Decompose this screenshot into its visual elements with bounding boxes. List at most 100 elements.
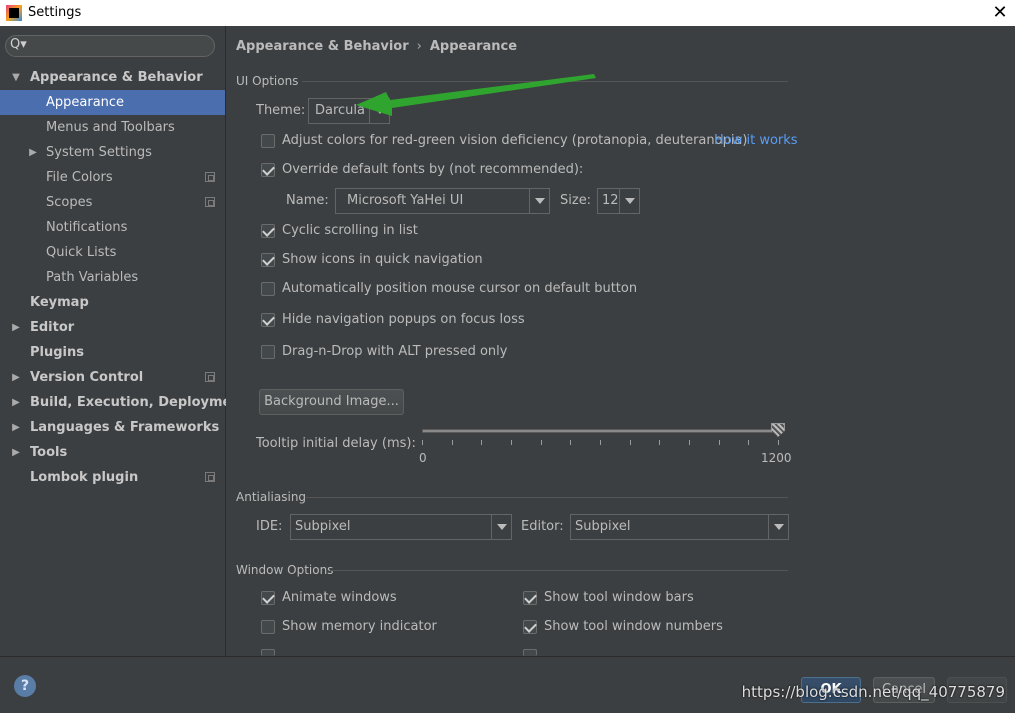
font-name-label: Name: [286,193,329,208]
tooltip-max-label: 1200 [761,451,792,465]
sidebar-item-menus-toolbars[interactable]: Menus and Toolbars [0,115,225,140]
close-icon[interactable]: ✕ [985,0,1015,26]
tool-window-numbers-label: Show tool window numbers [544,619,723,634]
settings-content: Appearance & Behavior › Appearance UI Opti… [226,26,1015,656]
slider-tick [422,440,423,445]
auto-position-checkbox[interactable] [261,282,275,296]
sidebar-item-build-execution[interactable]: ▶ Build, Execution, Deployment [0,390,247,415]
adjust-colors-checkbox[interactable] [261,134,275,148]
chevron-down-icon[interactable] [491,515,511,539]
sidebar-item-system-settings[interactable]: ▶ System Settings [0,140,225,165]
tool-window-bars-label: Show tool window bars [544,590,694,605]
sidebar-item-scopes[interactable]: Scopes [0,190,225,215]
slider-tick [570,440,572,445]
slider-tick [451,440,453,445]
sidebar-item-appearance-behavior[interactable]: ▼ Appearance & Behavior [0,65,225,90]
sidebar-item-notifications[interactable]: Notifications [0,215,225,240]
sidebar-item-editor[interactable]: ▶ Editor [0,315,225,340]
tool-window-numbers-checkbox[interactable] [523,620,537,634]
slider-tick [540,440,542,445]
animate-windows-checkbox[interactable] [261,591,275,605]
search-icon: Q▾ [10,37,27,52]
slider-tick [659,440,661,445]
cyclic-scrolling-label: Cyclic scrolling in list [282,223,418,238]
window-title: Settings [28,5,82,20]
animate-windows-label: Animate windows [282,590,397,605]
sidebar-item-languages-frameworks[interactable]: ▶ Languages & Frameworks [0,415,225,440]
chevron-down-icon[interactable] [768,515,788,539]
tooltip-delay-slider[interactable] [422,429,778,433]
override-fonts-checkbox[interactable] [261,163,275,177]
annotation-arrow-icon [356,74,596,116]
slider-tick [778,440,779,445]
override-fonts-label: Override default fonts by (not recommend… [282,162,584,177]
slider-tick [748,440,750,445]
show-icons-checkbox[interactable] [261,253,275,267]
sidebar-item-lombok-plugin[interactable]: Lombok plugin [0,465,225,490]
sidebar-item-file-colors[interactable]: File Colors [0,165,225,190]
section-divider [306,497,788,498]
cyclic-scrolling-checkbox[interactable] [261,224,275,238]
how-it-works-link[interactable]: How it works [714,133,798,148]
drag-drop-checkbox[interactable] [261,345,275,359]
slider-tick [629,440,631,445]
sidebar-item-plugins[interactable]: Plugins [0,340,225,365]
sidebar-item-appearance[interactable]: Appearance [0,90,225,115]
ide-antialias-combobox[interactable]: Subpixel [290,514,512,540]
chevron-down-icon[interactable] [529,189,549,213]
editor-antialias-combobox[interactable]: Subpixel [570,514,789,540]
breadcrumb: Appearance & Behavior › Appearance [236,39,517,54]
sidebar-item-keymap[interactable]: Keymap [0,290,225,315]
collapsed-arrow-icon[interactable]: ▶ [10,415,22,440]
auto-position-label: Automatically position mouse cursor on d… [282,281,638,296]
slider-tick [718,440,720,445]
show-icons-label: Show icons in quick navigation [282,252,483,267]
chevron-down-icon[interactable] [619,189,639,213]
collapsed-arrow-icon[interactable]: ▶ [10,390,22,415]
adjust-colors-label: Adjust colors for red-green vision defic… [282,133,748,148]
project-scope-icon [205,472,215,482]
search-input[interactable]: Q▾ [5,35,215,57]
project-scope-icon [205,172,215,182]
help-icon[interactable]: ? [14,675,36,697]
sidebar-item-tools[interactable]: ▶ Tools [0,440,225,465]
collapsed-arrow-icon[interactable]: ▶ [27,140,39,165]
project-scope-icon [205,372,215,382]
slider-tick [689,440,690,445]
memory-indicator-label: Show memory indicator [282,619,437,634]
theme-label: Theme: [256,103,306,118]
section-divider [330,570,788,571]
breadcrumb-parent[interactable]: Appearance & Behavior [236,39,409,54]
slider-thumb-handle[interactable] [771,423,785,437]
drag-drop-label: Drag-n-Drop with ALT pressed only [282,344,508,359]
section-antialiasing: Antialiasing [236,490,307,504]
title-bar: Settings ✕ [0,0,1015,26]
memory-indicator-checkbox[interactable] [261,620,275,634]
collapsed-arrow-icon[interactable]: ▶ [10,365,22,390]
background-image-button[interactable]: Background Image... [259,389,404,415]
slider-tick [600,440,601,445]
breadcrumb-separator: › [416,39,422,54]
clipped-checkbox[interactable] [523,649,537,656]
slider-tick [511,440,512,445]
settings-sidebar: Q▾ ▼ Appearance & Behavior Appearance Me… [0,26,247,656]
clipped-checkbox[interactable] [261,649,275,656]
section-ui-options: UI Options [236,74,299,88]
sidebar-item-quick-lists[interactable]: Quick Lists [0,240,225,265]
font-name-combobox[interactable]: Microsoft YaHei UI [335,188,550,214]
section-window-options: Window Options [236,563,334,577]
collapsed-arrow-icon[interactable]: ▶ [10,440,22,465]
sidebar-item-version-control[interactable]: ▶ Version Control [0,365,225,390]
tooltip-delay-label: Tooltip initial delay (ms): [256,436,416,451]
watermark-text: https://blog.csdn.net/qq_40775879 [741,683,1005,701]
expanded-arrow-icon[interactable]: ▼ [10,65,22,90]
intellij-app-icon [6,5,22,21]
font-size-label: Size: [560,193,592,208]
tooltip-min-label: 0 [419,451,427,465]
slider-tick [481,440,483,445]
hide-popups-checkbox[interactable] [261,313,275,327]
sidebar-item-path-variables[interactable]: Path Variables [0,265,225,290]
font-size-combobox[interactable]: 12 [597,188,640,214]
tool-window-bars-checkbox[interactable] [523,591,537,605]
collapsed-arrow-icon[interactable]: ▶ [10,315,22,340]
